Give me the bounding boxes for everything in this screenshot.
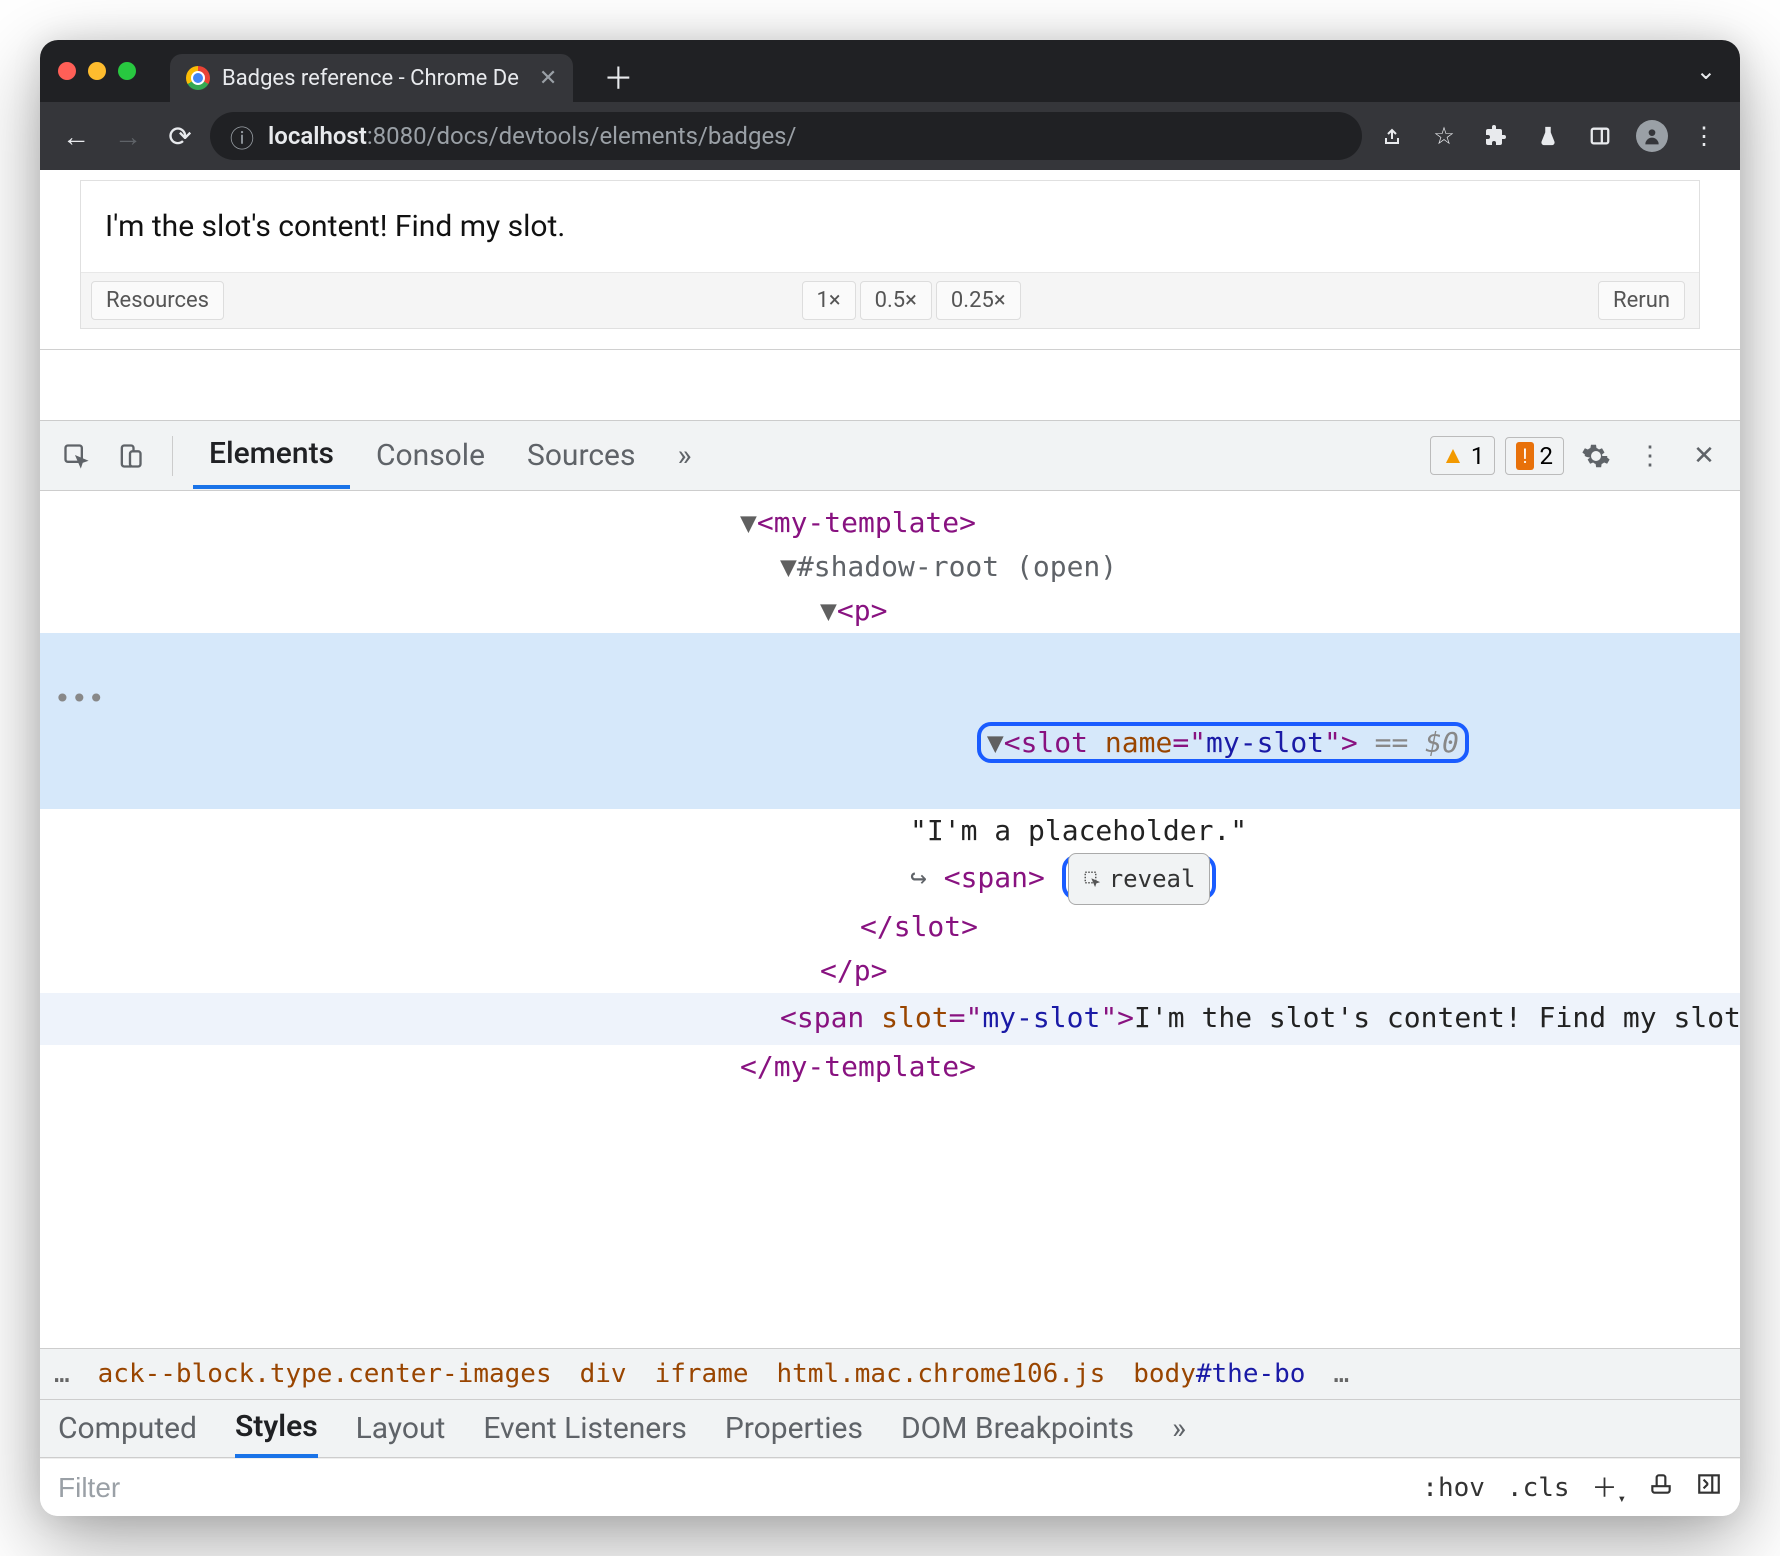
- back-button[interactable]: ←: [54, 114, 98, 158]
- computed-panel-toggle-icon[interactable]: [1696, 1471, 1722, 1504]
- row-actions-icon[interactable]: •••: [54, 677, 105, 721]
- close-tab-icon[interactable]: ✕: [539, 66, 557, 91]
- paint-brush-icon[interactable]: [1648, 1471, 1674, 1504]
- subtab-properties[interactable]: Properties: [725, 1411, 863, 1446]
- zoom-025x-button[interactable]: 0.25×: [936, 281, 1021, 320]
- subtab-layout[interactable]: Layout: [356, 1411, 446, 1446]
- new-style-rule-icon[interactable]: ＋▾: [1592, 1468, 1626, 1507]
- tree-my-template-open[interactable]: <my-template>: [757, 506, 976, 539]
- subtab-styles[interactable]: Styles: [235, 1409, 318, 1458]
- tree-p-close[interactable]: </p>: [820, 954, 887, 987]
- close-devtools-icon[interactable]: ✕: [1682, 434, 1726, 478]
- warning-icon: ▲: [1441, 441, 1465, 470]
- browser-toolbar: ← → ⟳ ⓘ localhost:8080/docs/devtools/ele…: [40, 102, 1740, 170]
- crumb-more-right[interactable]: …: [1333, 1359, 1349, 1389]
- forward-button[interactable]: →: [106, 114, 150, 158]
- subtab-dom-breakpoints[interactable]: DOM Breakpoints: [901, 1411, 1134, 1446]
- close-window-icon[interactable]: [58, 62, 76, 80]
- url-host: localhost: [268, 122, 367, 150]
- more-tabs-icon[interactable]: »: [661, 424, 707, 487]
- url-port: :8080: [367, 122, 427, 150]
- labs-icon[interactable]: [1526, 114, 1570, 158]
- page-main-text: I'm the slot's content! Find my slot.: [81, 181, 1699, 273]
- tree-span-ref[interactable]: <span>: [944, 861, 1045, 894]
- devtools-toolbar: Elements Console Sources » ▲1 !2 ⋮ ✕: [40, 421, 1740, 491]
- errors-badge[interactable]: !2: [1505, 437, 1564, 475]
- minimize-window-icon[interactable]: [88, 62, 106, 80]
- page-content: I'm the slot's content! Find my slot. Re…: [40, 170, 1740, 350]
- cls-button[interactable]: .cls: [1507, 1473, 1570, 1503]
- new-tab-button[interactable]: ＋: [603, 54, 633, 98]
- crumb-3[interactable]: iframe: [655, 1359, 749, 1389]
- reveal-badge[interactable]: reveal: [1068, 853, 1211, 905]
- tree-span-slot-row[interactable]: <span slot="my-slot">I'm the slot's cont…: [40, 993, 1740, 1045]
- styles-filter-input[interactable]: [58, 1472, 1400, 1504]
- devtools-panel: Elements Console Sources » ▲1 !2 ⋮ ✕ ▼<m…: [40, 420, 1740, 1516]
- overflow-menu-icon[interactable]: ⋮: [1682, 114, 1726, 158]
- tree-placeholder-text[interactable]: "I'm a placeholder.": [910, 814, 1247, 847]
- zoom-1x-button[interactable]: 1×: [802, 281, 856, 320]
- zoom-05x-button[interactable]: 0.5×: [860, 281, 932, 320]
- rerun-button[interactable]: Rerun: [1598, 281, 1685, 320]
- window-titlebar: Badges reference - Chrome De ✕ ＋ ⌄: [40, 40, 1740, 102]
- styles-filter-bar: :hov .cls ＋▾: [40, 1458, 1740, 1516]
- tree-shadow-root[interactable]: #shadow-root (open): [797, 550, 1117, 583]
- subtab-event-listeners[interactable]: Event Listeners: [483, 1411, 687, 1446]
- crumb-2[interactable]: div: [580, 1359, 627, 1389]
- reload-button[interactable]: ⟳: [158, 114, 202, 158]
- chrome-icon: [186, 66, 210, 90]
- tree-p-open[interactable]: <p>: [837, 594, 888, 627]
- maximize-window-icon[interactable]: [118, 62, 136, 80]
- url-path: /docs/devtools/elements/badges/: [427, 122, 797, 150]
- page-controls: Resources 1× 0.5× 0.25× Rerun: [81, 273, 1699, 328]
- address-bar[interactable]: ⓘ localhost:8080/docs/devtools/elements/…: [210, 112, 1362, 160]
- extensions-icon[interactable]: [1474, 114, 1518, 158]
- crumb-1[interactable]: ack--block.type.center-images: [98, 1359, 552, 1389]
- bookmark-icon[interactable]: ☆: [1422, 114, 1466, 158]
- tab-title: Badges reference - Chrome De: [222, 66, 519, 91]
- profile-avatar[interactable]: [1630, 114, 1674, 158]
- share-icon[interactable]: [1370, 114, 1414, 158]
- subtab-more-icon[interactable]: »: [1172, 1411, 1186, 1446]
- tab-console[interactable]: Console: [360, 424, 501, 487]
- styles-subtabs: Computed Styles Layout Event Listeners P…: [40, 1400, 1740, 1458]
- subtab-computed[interactable]: Computed: [58, 1411, 197, 1446]
- inspect-element-icon[interactable]: [54, 434, 98, 478]
- tree-my-template-close[interactable]: </my-template>: [740, 1050, 976, 1083]
- elements-breadcrumb[interactable]: … ack--block.type.center-images div ifra…: [40, 1348, 1740, 1400]
- tree-slot-row[interactable]: ••• ▼<slot name="my-slot"> == $0: [40, 633, 1740, 809]
- tab-list-chevron-icon[interactable]: ⌄: [1696, 57, 1716, 85]
- side-panel-icon[interactable]: [1578, 114, 1622, 158]
- resources-button[interactable]: Resources: [91, 281, 224, 320]
- crumb-5[interactable]: body#the-bo: [1133, 1359, 1305, 1389]
- elements-tree[interactable]: ▼<my-template> ▼#shadow-root (open) ▼<p>…: [40, 491, 1740, 1348]
- settings-gear-icon[interactable]: [1574, 434, 1618, 478]
- site-info-icon[interactable]: ⓘ: [230, 119, 254, 154]
- crumb-4[interactable]: html.mac.chrome106.js: [777, 1359, 1106, 1389]
- kebab-menu-icon[interactable]: ⋮: [1628, 434, 1672, 478]
- browser-tab[interactable]: Badges reference - Chrome De ✕: [170, 54, 573, 102]
- warnings-badge[interactable]: ▲1: [1430, 436, 1495, 475]
- device-toggle-icon[interactable]: [108, 434, 152, 478]
- error-icon: !: [1516, 442, 1533, 470]
- tab-elements[interactable]: Elements: [193, 422, 350, 489]
- traffic-lights: [58, 62, 136, 80]
- tree-slot-close[interactable]: </slot>: [860, 910, 978, 943]
- hov-button[interactable]: :hov: [1422, 1473, 1485, 1503]
- tab-sources[interactable]: Sources: [511, 424, 651, 487]
- crumb-more-left[interactable]: …: [54, 1359, 70, 1389]
